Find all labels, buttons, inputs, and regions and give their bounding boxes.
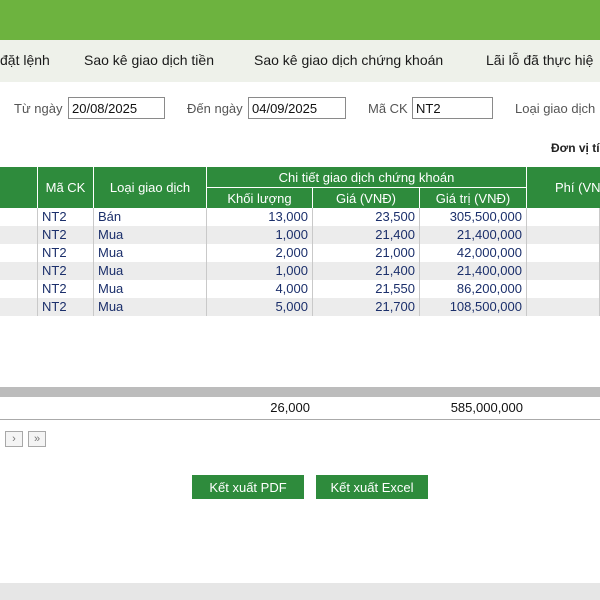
row-transaction-type: Bán	[94, 208, 207, 226]
last-page-button[interactable]: »	[28, 431, 46, 447]
double-chevron-right-icon: »	[33, 433, 41, 445]
table-row[interactable]: NT2 Bán 13,000 23,500 305,500,000	[0, 208, 600, 226]
header-value: Giá trị (VNĐ)	[420, 188, 527, 208]
row-transaction-type: Mua	[94, 244, 207, 262]
to-date-label: Đến ngày	[187, 101, 243, 116]
unit-note: Đơn vị tí	[551, 141, 600, 155]
row-price: 21,550	[313, 280, 420, 298]
table-row[interactable]: NT2 Mua 1,000 21,400 21,400,000	[0, 226, 600, 244]
row-fee	[527, 244, 600, 262]
chevron-right-icon: ›	[12, 433, 16, 445]
row-price: 21,400	[313, 262, 420, 280]
row-value: 108,500,000	[420, 298, 527, 316]
row-stock-code: NT2	[38, 226, 94, 244]
tab-bar: đặt lệnh Sao kê giao dịch tiền Sao kê gi…	[0, 40, 600, 82]
tab-realized-pnl[interactable]: Lãi lỗ đã thực hiệ	[486, 52, 593, 68]
header-quantity: Khối lượng	[207, 188, 313, 208]
row-transaction-type: Mua	[94, 298, 207, 316]
row-value: 305,500,000	[420, 208, 527, 226]
row-transaction-type: Mua	[94, 226, 207, 244]
top-banner	[0, 0, 600, 40]
to-date-input[interactable]	[248, 97, 346, 119]
row-value: 21,400,000	[420, 226, 527, 244]
row-quantity: 13,000	[207, 208, 313, 226]
row-fee	[527, 298, 600, 316]
row-fee	[527, 280, 600, 298]
total-quantity: 26,000	[270, 400, 310, 415]
header-stock-code: Mã CK	[38, 167, 94, 208]
tab-securities-statement[interactable]: Sao kê giao dịch chứng khoán	[254, 52, 443, 68]
transaction-type-label: Loại giao dịch	[515, 101, 596, 116]
header-price: Giá (VNĐ)	[313, 188, 420, 208]
row-stock-code: NT2	[38, 244, 94, 262]
row-stock-code: NT2	[38, 208, 94, 226]
stock-code-label: Mã CK	[368, 101, 408, 116]
row-value: 86,200,000	[420, 280, 527, 298]
tab-cash-statement[interactable]: Sao kê giao dịch tiền	[84, 52, 214, 68]
row-value: 42,000,000	[420, 244, 527, 262]
row-stock-code: NT2	[38, 298, 94, 316]
row-spacer-cell	[0, 298, 38, 316]
tab-order[interactable]: đặt lệnh	[0, 52, 50, 68]
from-date-label: Từ ngày	[14, 101, 63, 116]
next-page-button[interactable]: ›	[5, 431, 23, 447]
row-price: 21,700	[313, 298, 420, 316]
row-quantity: 5,000	[207, 298, 313, 316]
row-fee	[527, 262, 600, 280]
header-transaction-type: Loại giao dịch	[94, 167, 207, 208]
totals-row: 26,000 585,000,000	[0, 397, 600, 420]
row-quantity: 2,000	[207, 244, 313, 262]
row-fee	[527, 208, 600, 226]
row-transaction-type: Mua	[94, 280, 207, 298]
summary-divider	[0, 387, 600, 397]
row-price: 21,400	[313, 226, 420, 244]
row-quantity: 1,000	[207, 226, 313, 244]
header-blank	[0, 167, 38, 208]
filter-bar: Từ ngày Đến ngày Mã CK Loại giao dịch	[0, 82, 600, 132]
row-value: 21,400,000	[420, 262, 527, 280]
row-spacer-cell	[0, 226, 38, 244]
row-spacer-cell	[0, 280, 38, 298]
row-spacer-cell	[0, 262, 38, 280]
export-pdf-button[interactable]: Kết xuất PDF	[192, 475, 304, 499]
row-quantity: 1,000	[207, 262, 313, 280]
row-transaction-type: Mua	[94, 262, 207, 280]
header-detail-group: Chi tiết giao dịch chứng khoán	[207, 167, 527, 188]
row-stock-code: NT2	[38, 280, 94, 298]
row-stock-code: NT2	[38, 262, 94, 280]
table-row[interactable]: NT2 Mua 5,000 21,700 108,500,000	[0, 298, 600, 316]
row-spacer-cell	[0, 208, 38, 226]
table-row[interactable]: NT2 Mua 1,000 21,400 21,400,000	[0, 262, 600, 280]
export-excel-button[interactable]: Kết xuất Excel	[316, 475, 428, 499]
table-row[interactable]: NT2 Mua 4,000 21,550 86,200,000	[0, 280, 600, 298]
table-row[interactable]: NT2 Mua 2,000 21,000 42,000,000	[0, 244, 600, 262]
row-quantity: 4,000	[207, 280, 313, 298]
row-fee	[527, 226, 600, 244]
from-date-input[interactable]	[68, 97, 165, 119]
row-price: 23,500	[313, 208, 420, 226]
transactions-table: Mã CK Loại giao dịch Chi tiết giao dịch …	[0, 167, 600, 387]
row-price: 21,000	[313, 244, 420, 262]
header-fee: Phí (VN	[527, 167, 600, 208]
footer-bar	[0, 583, 600, 600]
row-spacer-cell	[0, 244, 38, 262]
total-value: 585,000,000	[450, 400, 523, 415]
stock-code-input[interactable]	[412, 97, 493, 119]
